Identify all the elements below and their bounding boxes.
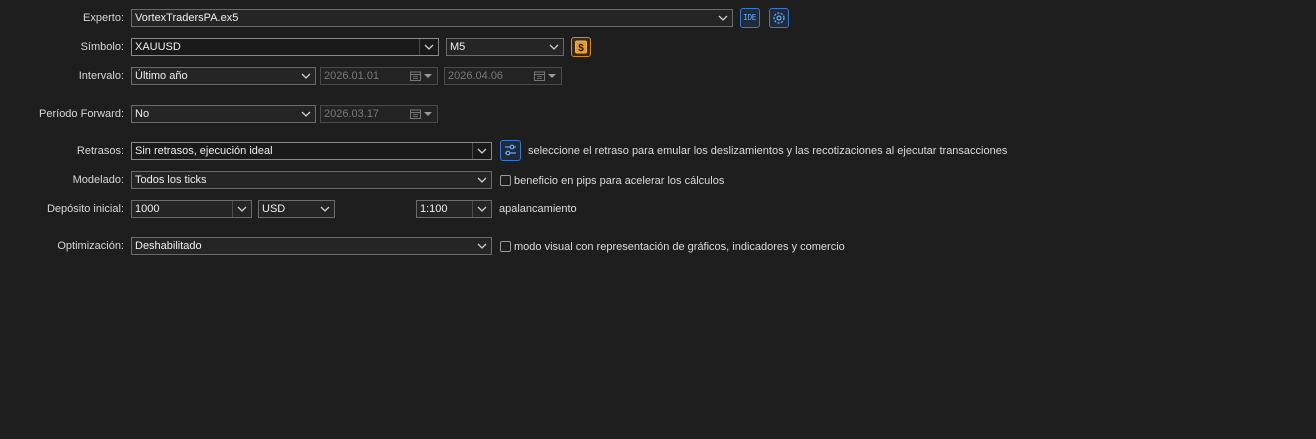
interval-value: Último año — [135, 70, 188, 82]
modeling-value: Todos los ticks — [135, 174, 207, 186]
gear-icon — [773, 12, 785, 24]
delays-label: Retrasos: — [76, 145, 124, 157]
ide-button[interactable]: IDE — [740, 8, 760, 28]
currency-value: USD — [262, 203, 286, 215]
deposit-label: Depósito inicial: — [46, 203, 124, 215]
caret-down-icon — [423, 71, 435, 83]
chevron-down-icon — [319, 203, 331, 215]
chevron-down-icon — [476, 203, 488, 215]
calendar-icon — [534, 71, 545, 81]
chevron-down-icon — [300, 70, 312, 82]
sliders-icon — [505, 144, 516, 156]
delays-value: Sin retrasos, ejecución ideal — [135, 145, 273, 157]
leverage-value: 1:100 — [420, 203, 448, 215]
deposit-value: 1000 — [135, 203, 160, 215]
chevron-down-icon — [476, 145, 488, 157]
divider — [419, 39, 420, 55]
chevron-down-icon — [236, 203, 248, 215]
forward-value: No — [135, 108, 150, 120]
delays-hint: seleccione el retraso para emular los de… — [528, 145, 1008, 157]
interval-from-value: 2026.01.01 — [324, 70, 380, 82]
interval-select[interactable]: Último año — [131, 67, 316, 85]
divider — [472, 143, 473, 159]
calendar-icon — [410, 71, 421, 81]
leverage-label: apalancamiento — [499, 203, 577, 215]
divider — [472, 201, 473, 217]
optimization-label: Optimización: — [57, 240, 124, 252]
forward-label: Período Forward: — [39, 108, 124, 120]
dollar-icon: $ — [575, 40, 587, 54]
timeframe-value: M5 — [450, 41, 466, 53]
interval-to-date[interactable]: 2026.04.06 — [444, 67, 562, 85]
symbol-properties-button[interactable]: $ — [571, 37, 591, 57]
interval-to-value: 2026.04.06 — [448, 70, 504, 82]
leverage-select[interactable]: 1:100 — [416, 200, 492, 218]
visual-mode-checkbox[interactable] — [500, 241, 511, 252]
delays-select[interactable]: Sin retrasos, ejecución ideal — [131, 142, 492, 160]
svg-text:$: $ — [578, 43, 584, 54]
timeframe-select[interactable]: M5 — [446, 38, 564, 56]
expert-value: VortexTradersPA.ex5 — [135, 12, 239, 24]
chevron-down-icon — [423, 41, 435, 53]
forward-date-value: 2026.03.17 — [324, 108, 380, 120]
chevron-down-icon — [476, 240, 488, 252]
expert-label: Experto: — [83, 12, 124, 24]
symbol-value: XAUUSD — [135, 41, 181, 53]
chevron-down-icon — [717, 12, 729, 24]
forward-date[interactable]: 2026.03.17 — [320, 105, 438, 123]
symbol-label: Símbolo: — [80, 41, 124, 53]
optimization-value: Deshabilitado — [135, 240, 202, 252]
visual-mode-label: modo visual con representación de gráfic… — [514, 241, 845, 253]
pips-checkbox[interactable] — [500, 175, 511, 186]
currency-select[interactable]: USD — [258, 200, 335, 218]
chevron-down-icon — [548, 41, 560, 53]
chevron-down-icon — [300, 108, 312, 120]
symbol-select[interactable]: XAUUSD — [131, 38, 439, 56]
caret-down-icon — [423, 109, 435, 121]
deposit-input[interactable]: 1000 — [131, 200, 252, 218]
modeling-select[interactable]: Todos los ticks — [131, 171, 492, 189]
chevron-down-icon — [476, 174, 488, 186]
interval-label: Intervalo: — [78, 70, 124, 82]
calendar-icon — [410, 109, 421, 119]
expert-settings-button[interactable] — [769, 8, 789, 28]
pips-checkbox-label: beneficio en pips para acelerar los cálc… — [514, 175, 725, 187]
caret-down-icon — [547, 71, 559, 83]
interval-from-date[interactable]: 2026.01.01 — [320, 67, 438, 85]
modeling-label: Modelado: — [72, 174, 124, 186]
forward-select[interactable]: No — [131, 105, 316, 123]
ide-icon: IDE — [743, 13, 756, 22]
divider — [232, 201, 233, 217]
expert-select[interactable]: VortexTradersPA.ex5 — [131, 9, 733, 27]
optimization-select[interactable]: Deshabilitado — [131, 237, 492, 255]
delays-settings-button[interactable] — [500, 140, 521, 161]
